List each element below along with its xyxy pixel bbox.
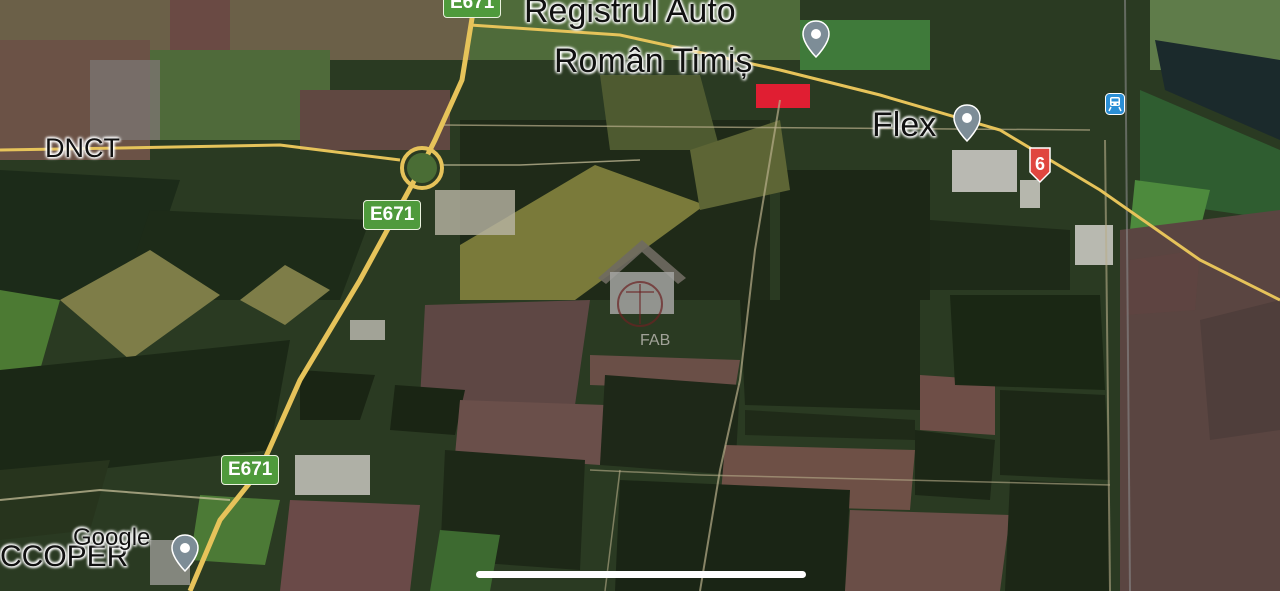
location-pin-icon[interactable] [953,104,981,142]
road-shield-e671[interactable]: E671 [363,200,422,230]
route-6-label: 6 [1035,154,1045,174]
place-label-roman-timis[interactable]: Român Timiș [554,42,752,81]
house-watermark-icon [598,240,686,327]
location-pin-icon[interactable] [802,20,830,58]
train-station-icon[interactable] [1105,93,1125,115]
watermark-text: FAB [640,332,671,349]
place-label-dnct[interactable]: DNCT [45,133,120,164]
road-shield-e671[interactable]: E671 [221,455,280,485]
google-attribution: Google [73,524,151,551]
road-shield-e671[interactable]: E671 [443,0,502,18]
map-view[interactable]: FAB Registrul Auto Român Timiș Flex DNCT… [0,0,1280,591]
place-label-registrul-auto[interactable]: Registrul Auto [524,0,736,31]
route-6-badge[interactable]: 6 [1027,146,1053,184]
location-pin-icon[interactable] [171,534,199,572]
place-label-flex[interactable]: Flex [872,106,936,145]
home-indicator[interactable] [476,571,806,578]
